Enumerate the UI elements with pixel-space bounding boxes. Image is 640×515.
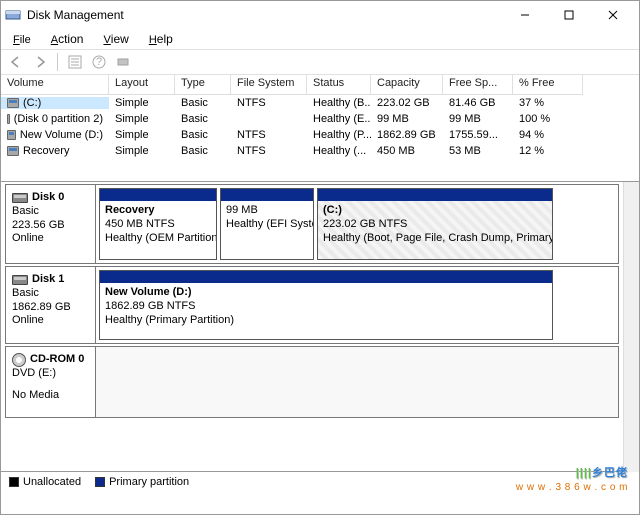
disk-1-block[interactable]: Disk 1 Basic 1862.89 GB Online New Volum… [5,266,619,344]
titlebar[interactable]: Disk Management [1,1,639,29]
col-type[interactable]: Type [175,75,231,95]
disk-icon [12,275,28,285]
graphical-view: Disk 0 Basic 223.56 GB Online Recovery45… [1,182,623,472]
settings-button[interactable] [64,51,86,73]
menubar: File Action View Help [1,29,639,49]
disk-icon [12,193,28,203]
statusbar [1,492,639,514]
partition[interactable]: 99 MBHealthy (EFI Syste [220,188,314,260]
menu-action[interactable]: Action [43,30,92,48]
minimize-button[interactable] [503,1,547,29]
volume-table-body[interactable]: (C:)SimpleBasicNTFSHealthy (B...223.02 G… [1,95,639,159]
vertical-scrollbar[interactable] [623,182,639,472]
cdrom-0-header: CD-ROM 0 DVD (E:) No Media [6,347,96,417]
volume-table-header[interactable]: Volume Layout Type File System Status Ca… [1,75,639,95]
col-volume[interactable]: Volume [1,75,109,95]
disk-1-size: 1862.89 GB [12,301,91,315]
partition[interactable]: New Volume (D:)1862.89 GB NTFSHealthy (P… [99,270,553,340]
app-icon [5,7,21,23]
table-row[interactable]: RecoverySimpleBasicNTFSHealthy (...450 M… [1,143,639,159]
disk-0-block[interactable]: Disk 0 Basic 223.56 GB Online Recovery45… [5,184,619,264]
volume-table: Volume Layout Type File System Status Ca… [1,75,639,182]
disk-0-size: 223.56 GB [12,219,91,233]
disk-0-state: Online [12,232,91,246]
table-row[interactable]: New Volume (D:)SimpleBasicNTFSHealthy (P… [1,127,639,143]
cdrom-0-block[interactable]: CD-ROM 0 DVD (E:) No Media [5,346,619,418]
toolbar: ? [1,49,639,75]
col-freespace[interactable]: Free Sp... [443,75,513,95]
col-capacity[interactable]: Capacity [371,75,443,95]
table-row[interactable]: (Disk 0 partition 2)SimpleBasicHealthy (… [1,111,639,127]
disk-management-window: Disk Management File Action View Help ? [0,0,640,515]
disk-1-header: Disk 1 Basic 1862.89 GB Online [6,267,96,343]
disk-1-label: Disk 1 [32,273,64,287]
back-button[interactable] [5,51,27,73]
forward-button[interactable] [29,51,51,73]
partition[interactable]: (C:)223.02 GB NTFSHealthy (Boot, Page Fi… [317,188,553,260]
cdrom-0-partitions [96,347,618,417]
cd-icon [12,353,26,367]
disk-1-type: Basic [12,287,91,301]
volume-icon [7,98,19,108]
close-button[interactable] [591,1,635,29]
col-filesystem[interactable]: File System [231,75,307,95]
partition[interactable]: Recovery450 MB NTFSHealthy (OEM Partitio… [99,188,217,260]
table-row[interactable]: (C:)SimpleBasicNTFSHealthy (B...223.02 G… [1,95,639,111]
cdrom-0-type: DVD (E:) [12,367,91,381]
legend: Unallocated Primary partition [1,472,639,492]
window-title: Disk Management [27,8,503,22]
volume-icon [7,114,10,124]
disk-1-partitions: New Volume (D:)1862.89 GB NTFSHealthy (P… [96,267,618,343]
maximize-button[interactable] [547,1,591,29]
disk-0-partitions: Recovery450 MB NTFSHealthy (OEM Partitio… [96,185,618,263]
disk-0-type: Basic [12,205,91,219]
col-pctfree[interactable]: % Free [513,75,583,95]
volume-icon [7,146,19,156]
legend-primary: Primary partition [95,476,189,488]
cdrom-0-state: No Media [12,389,91,403]
legend-unallocated: Unallocated [9,476,81,488]
disk-0-label: Disk 0 [32,191,64,205]
col-layout[interactable]: Layout [109,75,175,95]
disk-1-state: Online [12,314,91,328]
volume-icon [7,130,16,140]
help-button[interactable]: ? [88,51,110,73]
svg-text:?: ? [96,56,102,68]
col-status[interactable]: Status [307,75,371,95]
toolbar-separator [57,53,58,71]
menu-help[interactable]: Help [141,30,181,48]
cdrom-0-label: CD-ROM 0 [30,353,84,367]
menu-view[interactable]: View [95,30,136,48]
disk-0-header: Disk 0 Basic 223.56 GB Online [6,185,96,263]
refresh-button[interactable] [112,51,134,73]
menu-file[interactable]: File [5,30,39,48]
